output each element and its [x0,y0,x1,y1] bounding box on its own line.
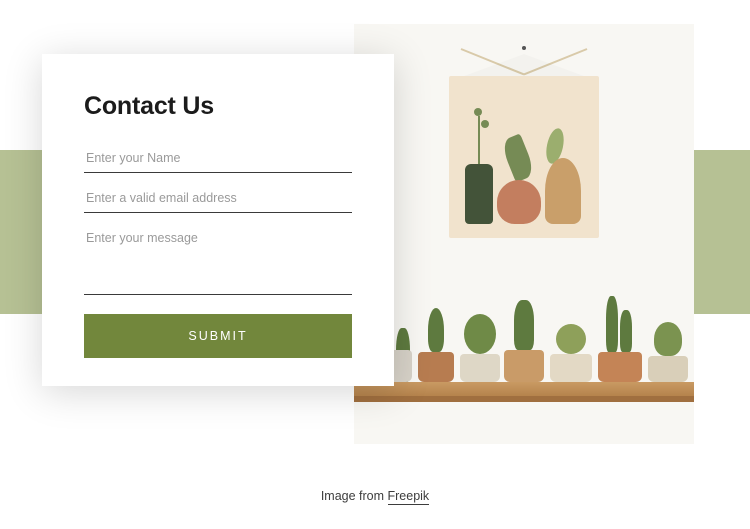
decorative-image [354,24,694,444]
image-credit: Image from Freepik [0,489,750,503]
message-textarea[interactable] [84,223,352,295]
name-input[interactable] [84,143,352,173]
form-title: Contact Us [84,92,352,121]
submit-button[interactable]: SUBMIT [84,314,352,358]
plant-shelf [354,262,694,382]
contact-form-card: Contact Us SUBMIT [42,54,394,386]
wall-art [449,50,599,238]
credit-prefix: Image from [321,489,388,503]
credit-link[interactable]: Freepik [388,489,430,505]
email-input[interactable] [84,183,352,213]
